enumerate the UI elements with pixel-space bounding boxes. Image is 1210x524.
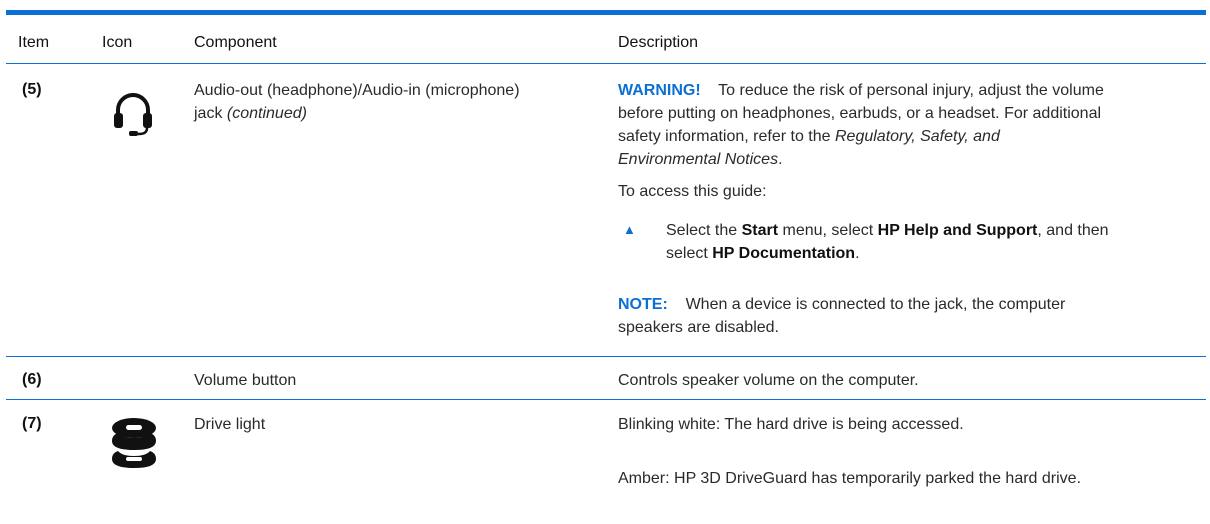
warning-reference-2: Environmental Notices [618, 151, 779, 168]
header-icon: Icon [102, 34, 133, 51]
header-item: Item [18, 34, 50, 51]
warning-reference: Regulatory, Safety, and [835, 128, 1000, 145]
row-5-note: NOTE: When a device is connected to the … [618, 293, 1203, 339]
spec-table: Item Icon Component Description (5) Audi… [0, 0, 1210, 524]
access-guide-text: To access this guide: [618, 183, 767, 200]
note-line-1: When a device is connected to the jack, … [685, 296, 1066, 313]
warning-line-3: safety information, refer to the [618, 128, 831, 145]
row-7-item: (7) [22, 415, 42, 432]
documentation-term: HP Documentation [712, 245, 856, 262]
row-6-description: Controls speaker volume on the computer. [618, 372, 919, 389]
row-5-divider [6, 356, 1206, 357]
row-5-continued: (continued) [226, 105, 307, 122]
drive-icon [112, 418, 156, 468]
row-6-component: Volume button [194, 372, 297, 389]
header-divider [6, 63, 1206, 64]
note-line-2: speakers are disabled. [618, 319, 779, 336]
row-7-description-2: Amber: HP 3D DriveGuard has temporarily … [618, 470, 1082, 487]
row-6-divider [6, 399, 1206, 400]
row-6-item: (6) [22, 371, 42, 388]
table-top-border [6, 10, 1206, 15]
warning-line-2: before putting on headphones, earbuds, o… [618, 105, 1102, 122]
note-label: NOTE: [618, 296, 668, 313]
access-step: Select the Start menu, select HP Help an… [666, 222, 1109, 262]
start-menu-term: Start [741, 222, 779, 239]
row-7-component: Drive light [194, 416, 266, 433]
warning-line-1: To reduce the risk of personal injury, a… [718, 82, 1104, 99]
bullet-triangle-icon: ▲ [623, 222, 636, 237]
row-5-item: (5) [22, 81, 42, 98]
row-7-description-1: Blinking white: The hard drive is being … [618, 416, 964, 433]
warning-label: WARNING! [618, 82, 701, 99]
headphone-icon [114, 93, 152, 136]
help-support-term: HP Help and Support [877, 222, 1038, 239]
header-component: Component [194, 34, 277, 51]
header-description: Description [618, 34, 699, 51]
row-5-component-line1: Audio-out (headphone)/Audio-in (micropho… [194, 82, 520, 99]
row-5-component-line2: jack (continued) [194, 105, 307, 122]
row-5-warning: WARNING! To reduce the risk of personal … [618, 79, 1203, 171]
row-5-component: Audio-out (headphone)/Audio-in (micropho… [194, 79, 520, 125]
